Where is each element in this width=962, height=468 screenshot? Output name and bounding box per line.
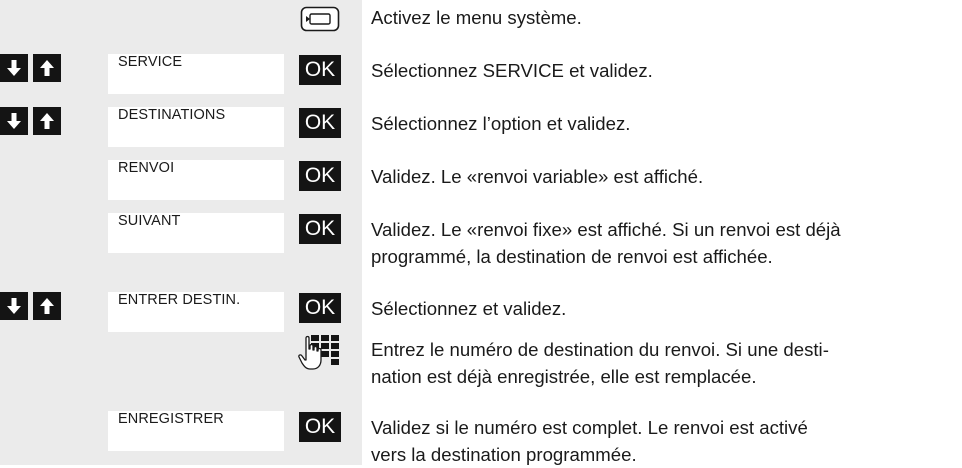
arrow-up-icon[interactable] xyxy=(33,54,61,82)
arrow-up-icon[interactable] xyxy=(33,292,61,320)
ok-button[interactable]: OK xyxy=(299,412,341,442)
arrow-down-icon[interactable] xyxy=(0,292,28,320)
display-text: ENTRER DESTIN. xyxy=(118,292,241,308)
step-instruction: Sélectionnez l’option et validez. xyxy=(371,113,631,134)
display-text: ENREGISTRER xyxy=(118,411,224,427)
keypad-icon[interactable] xyxy=(297,333,343,375)
arrow-up-icon[interactable] xyxy=(33,107,61,135)
ok-button[interactable]: OK xyxy=(299,108,341,138)
display-field: ENTRER DESTIN. xyxy=(108,292,284,332)
display-field: ENREGISTRER xyxy=(108,411,284,451)
ok-button[interactable]: OK xyxy=(299,161,341,191)
display-field: SUIVANT xyxy=(108,213,284,253)
instruction-line: programmé, la destination de renvoi est … xyxy=(371,246,773,267)
step-instruction: Entrez le numéro de destination du renvo… xyxy=(371,336,956,390)
instruction-line: vers la destination programmée. xyxy=(371,444,637,465)
step-instruction: Sélectionnez SERVICE et validez. xyxy=(371,60,653,81)
display-field: RENVOI xyxy=(108,160,284,200)
display-text: SUIVANT xyxy=(118,213,181,229)
arrow-down-icon[interactable] xyxy=(0,54,28,82)
instruction-line: Entrez le numéro de destination du renvo… xyxy=(371,339,829,360)
instruction-line: Validez si le numéro est complet. Le ren… xyxy=(371,417,808,438)
step-instruction: Validez. Le «renvoi fixe» est affiché. S… xyxy=(371,216,956,270)
display-field: DESTINATIONS xyxy=(108,107,284,147)
step-instruction: Activez le menu système. xyxy=(371,7,582,28)
step-instruction: Validez. Le «renvoi variable» est affich… xyxy=(371,166,704,187)
display-text: RENVOI xyxy=(118,160,175,176)
instruction-line: nation est déjà enregistrée, elle est re… xyxy=(371,366,757,387)
instruction-line: Validez. Le «renvoi fixe» est affiché. S… xyxy=(371,219,841,240)
ok-button[interactable]: OK xyxy=(299,214,341,244)
menu-key-icon[interactable] xyxy=(300,6,340,32)
display-field: SERVICE xyxy=(108,54,284,94)
display-text: SERVICE xyxy=(118,54,183,70)
display-text: DESTINATIONS xyxy=(118,107,226,123)
step-instruction: Validez si le numéro est complet. Le ren… xyxy=(371,414,956,468)
ok-button[interactable]: OK xyxy=(299,293,341,323)
step-instruction: Sélectionnez et validez. xyxy=(371,298,567,319)
arrow-down-icon[interactable] xyxy=(0,107,28,135)
ok-button[interactable]: OK xyxy=(299,55,341,85)
